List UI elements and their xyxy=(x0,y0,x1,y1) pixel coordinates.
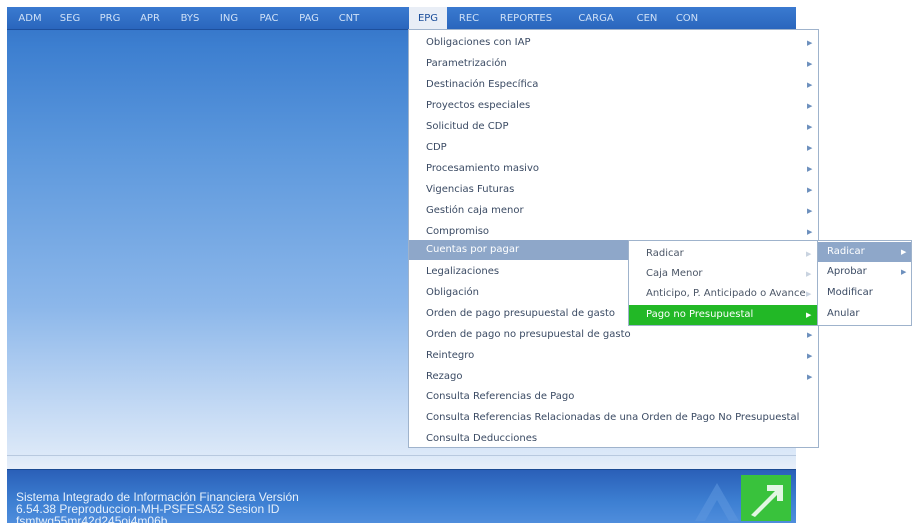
epg-item-compromiso[interactable]: Compromiso ▶ xyxy=(409,222,818,242)
triangle-right-icon: ▶ xyxy=(807,373,813,381)
footer-line-3: fsmtwg55mr42d245oj4m06b xyxy=(16,514,168,523)
triangle-right-icon: ▶ xyxy=(806,290,812,298)
cuentas-item-pago-no-presupuestal[interactable]: Pago no Presupuestal ▶ xyxy=(629,305,817,325)
menu-adm[interactable]: ADM xyxy=(15,7,45,30)
epg-item-orden-no-presupuestal[interactable]: Orden de pago no presupuestal de gasto ▶ xyxy=(409,325,818,345)
epg-item-consulta-deducciones[interactable]: Consulta Deducciones xyxy=(409,429,818,449)
pago-no-presupuestal-submenu: Radicar ▶ Aprobar ▶ Modificar Anular xyxy=(817,240,912,326)
cuentas-item-radicar[interactable]: Radicar ▶ xyxy=(629,244,817,264)
menu-cen[interactable]: CEN xyxy=(632,7,662,30)
triangle-right-icon: ▶ xyxy=(901,248,907,256)
epg-item-procesamiento[interactable]: Procesamiento masivo ▶ xyxy=(409,159,818,179)
triangle-right-icon: ▶ xyxy=(807,352,813,360)
epg-item-caja-menor[interactable]: Gestión caja menor ▶ xyxy=(409,201,818,221)
menu-bys[interactable]: BYS xyxy=(175,7,205,30)
menu-ing[interactable]: ING xyxy=(214,7,244,30)
menu-seg[interactable]: SEG xyxy=(55,7,85,30)
epg-item-proyectos[interactable]: Proyectos especiales ▶ xyxy=(409,96,818,116)
triangle-right-icon: ▶ xyxy=(807,186,813,194)
pago-item-radicar[interactable]: Radicar ▶ xyxy=(818,242,911,262)
main-menubar: ADM SEG PRG APR BYS ING PAC PAG CNT EPG … xyxy=(7,7,796,30)
menu-con[interactable]: CON xyxy=(672,7,702,30)
triangle-right-icon: ▶ xyxy=(807,165,813,173)
menu-prg[interactable]: PRG xyxy=(95,7,125,30)
menu-carga[interactable]: CARGA xyxy=(576,7,616,30)
content-divider xyxy=(7,455,796,456)
menu-epg[interactable]: EPG xyxy=(409,7,447,30)
epg-item-solicitud-cdp[interactable]: Solicitud de CDP ▶ xyxy=(409,117,818,137)
triangle-right-icon: ▶ xyxy=(901,268,907,276)
triangle-right-icon: ▶ xyxy=(807,39,813,47)
triangle-right-icon: ▶ xyxy=(807,144,813,152)
epg-item-consulta-relacionadas[interactable]: Consulta Referencias Relacionadas de una… xyxy=(409,408,818,428)
menu-rec[interactable]: REC xyxy=(454,7,484,30)
epg-item-parametrizacion[interactable]: Parametrización ▶ xyxy=(409,54,818,74)
menu-pag[interactable]: PAG xyxy=(294,7,324,30)
triangle-right-icon: ▶ xyxy=(807,81,813,89)
epg-dropdown-menu: Obligaciones con IAP ▶ Parametrización ▶ D… xyxy=(408,29,819,448)
cuentas-item-caja-menor[interactable]: Caja Menor ▶ xyxy=(629,264,817,284)
footer-info: Sistema Integrado de Información Financi… xyxy=(16,491,299,523)
epg-item-destinacion[interactable]: Destinación Específica ▶ xyxy=(409,75,818,95)
triangle-right-icon: ▶ xyxy=(806,250,812,258)
footer-bar: Sistema Integrado de Información Financi… xyxy=(7,469,796,523)
pago-item-modificar[interactable]: Modificar xyxy=(818,283,911,303)
triangle-right-icon: ▶ xyxy=(807,331,813,339)
menu-pac[interactable]: PAC xyxy=(254,7,284,30)
cuentas-submenu: Radicar ▶ Caja Menor ▶ Anticipo, P. Antici… xyxy=(628,240,818,326)
pago-item-anular[interactable]: Anular xyxy=(818,304,911,324)
epg-item-obligaciones-iap[interactable]: Obligaciones con IAP ▶ xyxy=(409,33,818,53)
triangle-right-icon: ▶ xyxy=(806,270,812,278)
menu-cnt[interactable]: CNT xyxy=(334,7,364,30)
epg-item-cdp[interactable]: CDP ▶ xyxy=(409,138,818,158)
epg-item-vigencias[interactable]: Vigencias Futuras ▶ xyxy=(409,180,818,200)
menu-apr[interactable]: APR xyxy=(135,7,165,30)
triangle-right-icon: ▶ xyxy=(807,123,813,131)
triangle-right-icon: ▶ xyxy=(807,228,813,236)
menu-reportes[interactable]: REPORTES xyxy=(493,7,559,30)
triangle-right-icon: ▶ xyxy=(806,311,812,319)
triangle-right-icon: ▶ xyxy=(807,60,813,68)
epg-item-rezago[interactable]: Rezago ▶ xyxy=(409,367,818,387)
cuentas-item-anticipo[interactable]: Anticipo, P. Anticipado o Avance ▶ xyxy=(629,284,817,304)
triangle-right-icon: ▶ xyxy=(807,207,813,215)
siif-logo-icon xyxy=(695,475,791,521)
pago-item-aprobar[interactable]: Aprobar ▶ xyxy=(818,262,911,282)
epg-item-consulta-referencias[interactable]: Consulta Referencias de Pago xyxy=(409,387,818,407)
epg-item-reintegro[interactable]: Reintegro ▶ xyxy=(409,346,818,366)
triangle-right-icon: ▶ xyxy=(807,102,813,110)
